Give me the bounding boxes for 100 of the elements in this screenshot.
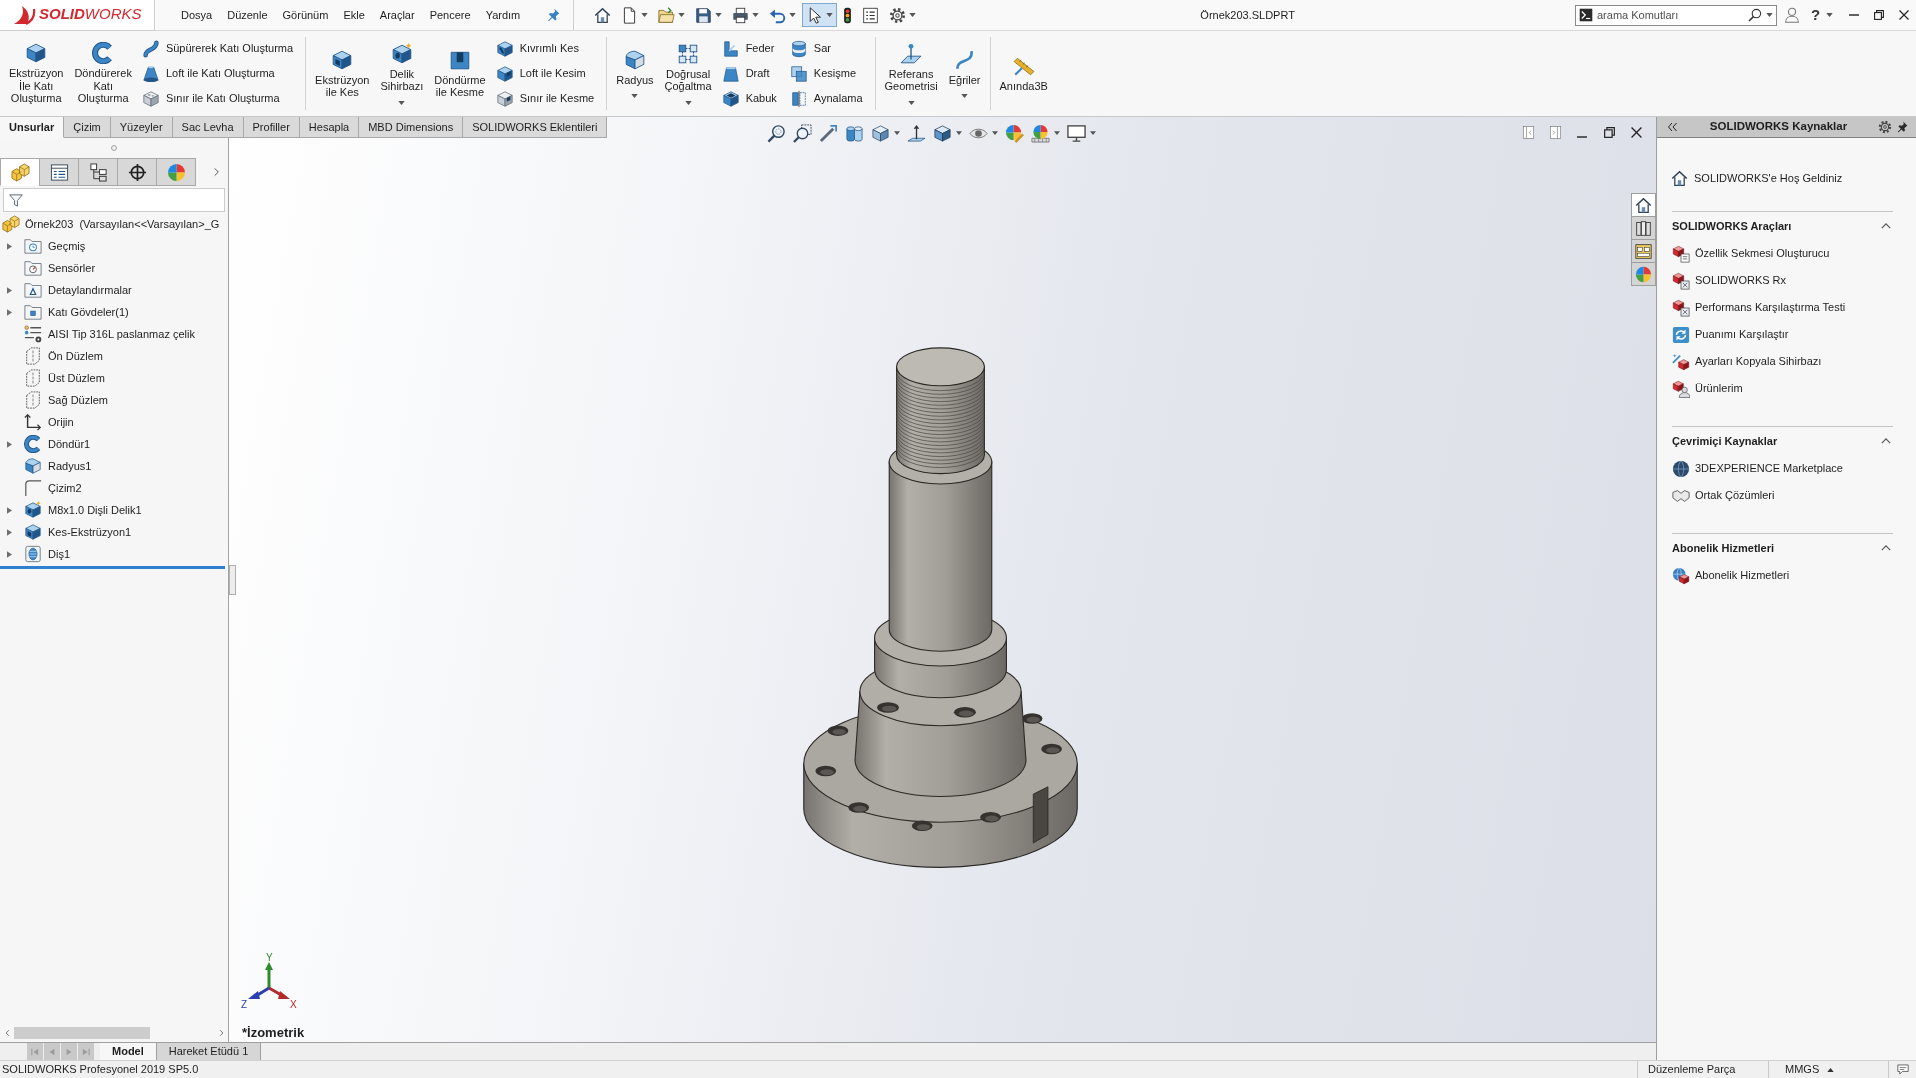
select-button[interactable] bbox=[802, 3, 838, 27]
tree-item[interactable]: Üst Düzlem bbox=[0, 367, 228, 389]
command-tab[interactable]: SOLIDWORKS Eklentileri bbox=[463, 117, 608, 138]
tree-item[interactable]: Geçmiş bbox=[0, 235, 228, 257]
menu-item[interactable]: Yardım bbox=[485, 8, 521, 22]
resource-link[interactable]: Abonelik Hizmetleri bbox=[1672, 562, 1790, 589]
ribbon-button[interactable]: Döndürme ile Kesme bbox=[431, 31, 489, 116]
view-tool-button[interactable] bbox=[931, 122, 964, 144]
resource-link[interactable]: Özellik Sekmesi Oluşturucu bbox=[1672, 240, 1830, 267]
tree-item[interactable]: Sağ Düzlem bbox=[0, 389, 228, 411]
menu-item[interactable]: Araçlar bbox=[379, 8, 415, 22]
resource-link[interactable]: Performans Karşılaştırma Testi bbox=[1672, 294, 1846, 321]
ribbon-button[interactable]: Loft ile Kesim bbox=[495, 61, 599, 86]
expand-arrow-icon bbox=[7, 286, 12, 294]
view-tool-button[interactable] bbox=[1065, 122, 1098, 144]
ribbon-button[interactable]: Eğriler bbox=[945, 31, 984, 116]
view-tool-button[interactable] bbox=[869, 122, 902, 144]
ribbon-button[interactable]: Ekstrüzyon İle Katı Oluşturma bbox=[6, 31, 67, 116]
view-tool-button[interactable] bbox=[905, 122, 928, 144]
menu-item[interactable]: Pencere bbox=[429, 8, 471, 22]
ribbon-button[interactable]: Döndürerek Katı Oluşturma bbox=[71, 31, 135, 116]
panel-tab[interactable] bbox=[78, 158, 118, 186]
home-icon bbox=[1671, 169, 1688, 187]
resource-link[interactable]: Ortak Çözümleri bbox=[1672, 482, 1775, 509]
filter-field[interactable] bbox=[3, 188, 225, 212]
resource-link[interactable]: SOLIDWORKS'e Hoş Geldiniz bbox=[1671, 167, 1843, 189]
command-tab[interactable]: MBD Dimensions bbox=[359, 117, 464, 138]
menu-item[interactable]: Ekle bbox=[343, 8, 365, 22]
restore-button[interactable] bbox=[1601, 124, 1617, 140]
ribbon-button[interactable]: Loft ile Katı Oluşturma bbox=[141, 61, 298, 86]
ribbon-button[interactable]: Aynalama bbox=[789, 86, 867, 111]
overlapping-shapes-icon bbox=[789, 64, 808, 83]
split-left-button[interactable] bbox=[1520, 124, 1536, 140]
ribbon-button[interactable]: Sınır ile Katı Oluşturma bbox=[141, 86, 298, 111]
ribbon-button[interactable]: Delik Sihirbazı bbox=[377, 31, 427, 116]
ribbon-button[interactable]: Kabuk bbox=[721, 86, 781, 111]
brick-icon bbox=[141, 89, 160, 108]
plane-icon bbox=[24, 347, 42, 365]
tree-item[interactable]: AISI Tip 316L paslanmaz çelik bbox=[0, 323, 228, 345]
menu-item[interactable]: Dosya bbox=[181, 8, 213, 22]
search-field[interactable]: arama Komutları bbox=[1575, 4, 1777, 26]
command-tab[interactable]: Profiller bbox=[243, 117, 300, 138]
search-input[interactable]: arama Komutları bbox=[1597, 6, 1744, 24]
task-pane-tab[interactable] bbox=[1631, 216, 1656, 240]
ribbon-button[interactable]: Feder bbox=[721, 36, 781, 61]
folder-icon bbox=[658, 6, 676, 24]
ribbon-button[interactable]: Referans Geometrisi bbox=[881, 31, 941, 116]
panel-tab[interactable] bbox=[39, 158, 79, 186]
expand-arrow-icon bbox=[7, 242, 12, 250]
help-button[interactable]: ? bbox=[1803, 6, 1841, 24]
ribbon-button[interactable]: Draft bbox=[721, 61, 781, 86]
resource-link[interactable]: Ürünlerim bbox=[1672, 375, 1743, 402]
model-tab[interactable]: Model bbox=[100, 1043, 156, 1060]
grip-icon bbox=[111, 145, 117, 151]
ribbon-button[interactable]: Ekstrüzyon ile Kes bbox=[312, 31, 373, 116]
command-tab[interactable]: Çizim bbox=[64, 117, 111, 138]
resource-link[interactable]: Puanımı Karşılaştır bbox=[1672, 321, 1789, 348]
tree-item[interactable]: M8x1.0 Dişli Delik1 bbox=[0, 499, 228, 521]
resource-link[interactable]: Ayarları Kopyala Sihirbazı bbox=[1672, 348, 1822, 375]
tree-item[interactable]: Ön Düzlem bbox=[0, 345, 228, 367]
tree-item[interactable]: Döndür1 bbox=[0, 433, 228, 455]
ribbon-button[interactable]: Kesişme bbox=[789, 61, 867, 86]
model-tab[interactable]: Hareket Etüdü 1 bbox=[155, 1043, 262, 1060]
ribbon-button[interactable]: Sınır ile Kesme bbox=[495, 86, 599, 111]
view-tool-button[interactable] bbox=[817, 122, 840, 144]
resource-link[interactable]: SOLIDWORKS Rx bbox=[1672, 267, 1787, 294]
tree-item[interactable]: Örnek203 (Varsayılan<<Varsayılan>_G bbox=[0, 213, 228, 235]
tree-item[interactable]: Radyus1 bbox=[0, 455, 228, 477]
tree-item[interactable]: Orijin bbox=[0, 411, 228, 433]
tree-item[interactable]: Çizim2 bbox=[0, 477, 228, 499]
tree-item[interactable]: Diş1 bbox=[0, 543, 228, 565]
ribbon-button[interactable]: Anında3B bbox=[996, 31, 1051, 116]
split-right-button[interactable] bbox=[1547, 124, 1563, 140]
tree-item[interactable]: Sensörler bbox=[0, 257, 228, 279]
tree-item[interactable]: Kes-Ekstrüzyon1 bbox=[0, 521, 228, 543]
pin-button[interactable] bbox=[545, 7, 562, 23]
ribbon-button[interactable]: Radyus bbox=[613, 31, 657, 116]
settings-button[interactable] bbox=[1876, 119, 1894, 135]
menu-item[interactable]: Görünüm bbox=[282, 8, 329, 22]
ribbon-button[interactable]: Doğrusal Çoğaltma bbox=[661, 31, 715, 116]
scrollbar-thumb[interactable] bbox=[14, 1026, 150, 1039]
command-tab[interactable]: Sac Levha bbox=[172, 117, 244, 138]
task-pane-tab[interactable] bbox=[1631, 239, 1656, 263]
resource-link[interactable]: 3DEXPERIENCE Marketplace bbox=[1672, 455, 1843, 482]
ribbon-button[interactable]: Süpürerek Katı Oluşturma bbox=[141, 36, 298, 61]
ribbon-button[interactable]: Sar bbox=[789, 36, 867, 61]
chevron-up-icon bbox=[1881, 545, 1891, 551]
axis-label: Z bbox=[241, 999, 248, 1010]
splitter-handle[interactable] bbox=[229, 565, 236, 595]
tree-item[interactable]: Detaylandırmalar bbox=[0, 279, 228, 301]
tree-item[interactable]: Katı Gövdeler(1) bbox=[0, 301, 228, 323]
units-button[interactable]: MMGS bbox=[1785, 1061, 1835, 1078]
ribbon-button[interactable]: Kıvrımlı Kes bbox=[495, 36, 599, 61]
command-tab[interactable]: Yüzeyler bbox=[110, 117, 173, 138]
command-tab[interactable]: Hesapla bbox=[299, 117, 360, 138]
task-pane-tab[interactable] bbox=[1631, 193, 1656, 217]
panel-tab[interactable] bbox=[117, 158, 157, 186]
menu-item[interactable]: Düzenle bbox=[227, 8, 268, 22]
view-tool-button[interactable] bbox=[765, 122, 788, 144]
view-tool-button[interactable] bbox=[791, 122, 814, 144]
